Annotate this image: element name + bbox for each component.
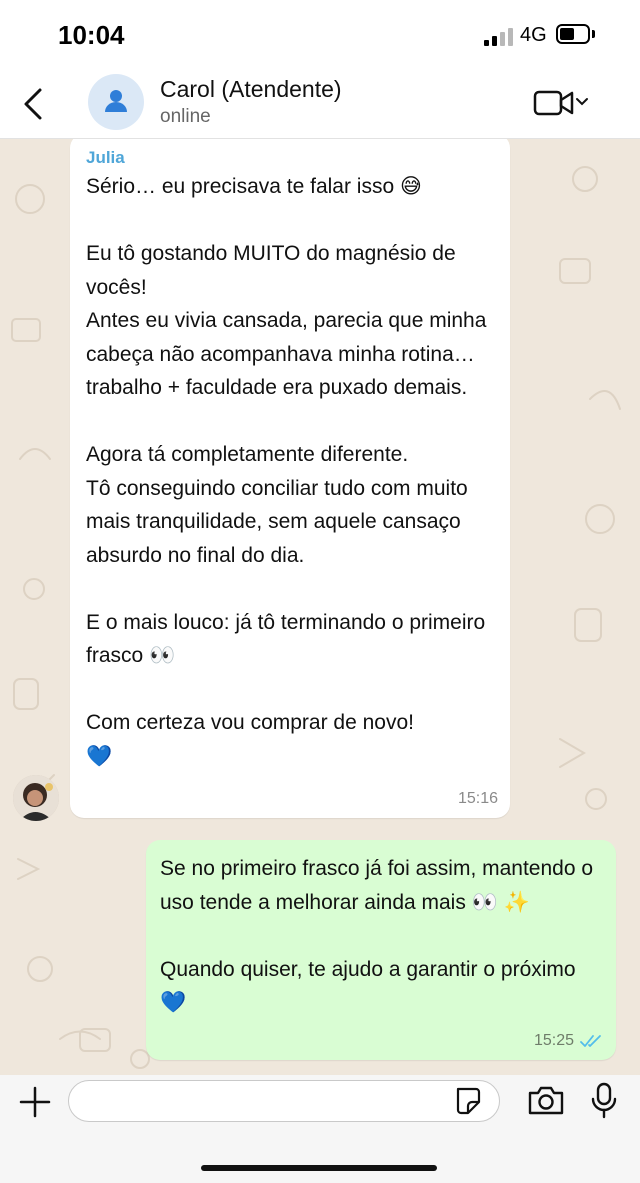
- contact-name[interactable]: Carol (Atendente): [160, 76, 342, 103]
- incoming-message-bubble[interactable]: Julia Sério… eu precisava te falar isso …: [70, 139, 510, 818]
- chevron-left-icon: [24, 88, 42, 120]
- status-time: 10:04: [58, 20, 125, 50]
- person-icon: [105, 90, 127, 112]
- network-label: 4G: [520, 24, 547, 46]
- message-text: Se no primeiro frasco já foi assim, mant…: [160, 857, 594, 1014]
- message-text: Sério… eu precisava te falar isso 😅 Eu t…: [86, 175, 487, 768]
- contact-status: online: [160, 106, 211, 127]
- battery-tip: [592, 30, 595, 38]
- attach-button[interactable]: [16, 1083, 54, 1121]
- microphone-button[interactable]: [588, 1081, 620, 1121]
- outgoing-message-bubble[interactable]: Se no primeiro frasco já foi assim, mant…: [146, 840, 616, 1060]
- message-time: 15:16: [457, 790, 498, 807]
- chat-area[interactable]: Julia Sério… eu precisava te falar isso …: [0, 139, 640, 1075]
- sender-name: Julia: [86, 148, 125, 167]
- video-call-button[interactable]: [532, 86, 594, 120]
- sticker-icon: [456, 1087, 481, 1115]
- sender-avatar[interactable]: [13, 775, 59, 821]
- sticker-button[interactable]: [452, 1086, 482, 1116]
- plus-icon: [19, 1086, 51, 1118]
- signal-icon: [484, 28, 514, 46]
- double-check-icon: [580, 1035, 601, 1047]
- contact-avatar[interactable]: [88, 74, 144, 130]
- message-input[interactable]: [68, 1080, 500, 1122]
- camera-button[interactable]: [526, 1083, 566, 1119]
- status-bar: 10:04 4G: [0, 0, 640, 70]
- microphone-icon: [591, 1082, 617, 1119]
- composer-bar: [0, 1075, 640, 1183]
- camera-icon: [528, 1086, 564, 1115]
- home-indicator[interactable]: [201, 1165, 437, 1171]
- video-camera-icon: [533, 90, 588, 116]
- chat-header: Carol (Atendente) online: [0, 70, 640, 139]
- profile-photo-icon: [13, 775, 59, 821]
- message-time: 15:25: [533, 1032, 574, 1049]
- back-button[interactable]: [14, 82, 54, 126]
- battery-icon: [556, 24, 590, 44]
